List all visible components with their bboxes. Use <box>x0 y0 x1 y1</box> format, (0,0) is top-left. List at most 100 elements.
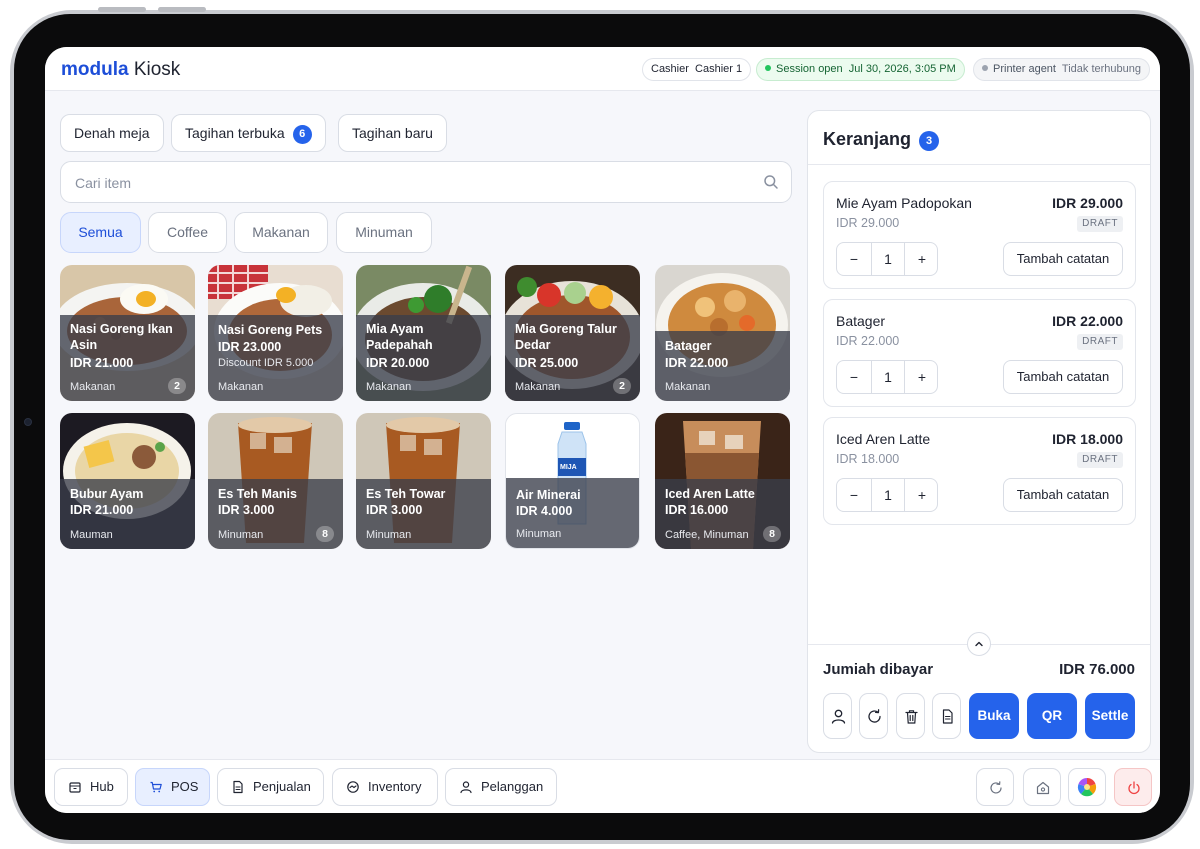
cart-item-name: Batager <box>836 313 886 329</box>
product-card[interactable]: Iced Aren Latte IDR 16.000 Caffee, Minum… <box>655 413 790 549</box>
nav-inventory[interactable]: Inventory <box>332 768 438 806</box>
refresh-icon <box>868 709 881 723</box>
store-icon <box>69 782 81 793</box>
product-price: IDR 3.000 <box>218 503 275 517</box>
decrease-qty-button[interactable]: − <box>837 479 871 511</box>
add-note-button[interactable]: Tambah catatan <box>1003 360 1123 394</box>
product-category: Minuman <box>218 529 264 541</box>
category-drinks[interactable]: Minuman <box>336 212 432 253</box>
category-all[interactable]: Semua <box>60 212 141 253</box>
divider <box>808 164 1150 165</box>
settle-button[interactable]: Settle <box>1085 693 1135 739</box>
nav-sales-label: Penjualan <box>253 779 311 794</box>
logout-button[interactable] <box>1114 768 1152 806</box>
item-search-field[interactable]: Cari item <box>60 161 792 203</box>
session-dot-icon <box>765 65 771 71</box>
quantity-value: 1 <box>871 479 905 511</box>
receipt-icon <box>233 780 243 794</box>
product-count-badge: 2 <box>168 378 186 394</box>
product-name: Bubur Ayam <box>70 487 144 501</box>
product-category: Minuman <box>366 529 412 541</box>
nav-inventory-label: Inventory <box>368 779 422 794</box>
inventory-icon <box>347 781 359 793</box>
outlet-settings-button[interactable] <box>1023 768 1061 806</box>
product-card[interactable]: Batager IDR 22.000 Makanan <box>655 265 790 401</box>
cart-item-unit-price: IDR 29.000 <box>836 216 900 230</box>
add-note-button[interactable]: Tambah catatan <box>1003 478 1123 512</box>
reload-button[interactable] <box>976 768 1014 806</box>
product-card[interactable]: Mia Ayam Padepahah IDR 20.000 Makanan <box>356 265 491 401</box>
cart-panel: Keranjang 3 Mie Ayam Padopokan IDR 29.000… <box>807 110 1151 753</box>
open-bill-button[interactable]: Buka <box>969 693 1019 739</box>
new-bill-button[interactable]: Tagihan baru <box>338 114 447 152</box>
printer-status: Tidak terhubung <box>1061 63 1141 75</box>
home-icon <box>1036 781 1050 795</box>
table-map-button[interactable]: Denah meja <box>60 114 164 152</box>
quantity-value: 1 <box>871 243 905 275</box>
nav-hub-label: Hub <box>90 779 114 794</box>
open-bills-button[interactable]: Tagihan terbuka 6 <box>171 114 326 152</box>
add-note-button[interactable]: Tambah catatan <box>1003 242 1123 276</box>
product-card[interactable]: Mia Goreng Talur Dedar IDR 25.000 Makanan… <box>505 265 640 401</box>
increase-qty-button[interactable]: + <box>905 479 939 511</box>
expand-summary-button[interactable] <box>967 632 991 656</box>
cart-item-unit-price: IDR 18.000 <box>836 452 900 466</box>
qr-payment-button[interactable]: QR <box>1027 693 1077 739</box>
product-card[interactable]: Bubur Ayam IDR 21.000 Mauman <box>60 413 195 549</box>
category-coffee[interactable]: Coffee <box>148 212 227 253</box>
product-category: Makanan <box>70 381 116 393</box>
category-food[interactable]: Makanan <box>234 212 328 253</box>
nav-customers[interactable]: Pelanggan <box>445 768 557 806</box>
decrease-qty-button[interactable]: − <box>837 361 871 393</box>
product-name: Mia Ayam Padepahah <box>366 322 433 352</box>
nav-hub[interactable]: Hub <box>54 768 128 806</box>
top-header: modula Kiosk Cashier Cashier 1 Session o… <box>45 47 1160 91</box>
cart-item-total: IDR 29.000 <box>1052 195 1123 211</box>
product-card[interactable]: Nasi Goreng Ikan Asin IDR 21.000 Makanan … <box>60 265 195 401</box>
cashier-value: Cashier 1 <box>695 63 743 75</box>
brand-secondary: Kiosk <box>133 59 181 80</box>
print-bill-button[interactable] <box>932 693 961 739</box>
cart-count-badge: 3 <box>919 131 940 151</box>
cart-item-total: IDR 18.000 <box>1052 431 1123 447</box>
printer-dot-icon <box>982 65 988 71</box>
nav-sales[interactable]: Penjualan <box>217 768 324 806</box>
product-name: Air Minerai <box>516 488 581 502</box>
refresh-cart-button[interactable] <box>859 693 888 739</box>
draft-badge: DRAFT <box>1077 334 1123 350</box>
session-status-pill: Session open Jul 30, 2026, 3:05 PM <box>756 58 965 81</box>
product-name: Es Teh Manis <box>218 487 297 501</box>
nav-customers-label: Pelanggan <box>481 779 544 794</box>
new-bill-label: Tagihan baru <box>352 125 433 141</box>
product-card[interactable]: MIJA Air Minerai IDR 4.000 Minuman <box>505 413 640 549</box>
product-price: IDR 21.000 <box>70 503 134 517</box>
increase-qty-button[interactable]: + <box>905 361 939 393</box>
product-card[interactable]: Es Teh Manis IDR 3.000 Minuman 8 <box>208 413 343 549</box>
product-count-badge: 2 <box>613 378 631 394</box>
product-price: IDR 23.000 <box>218 340 282 354</box>
bottom-navigation: Hub POS Penjualan Inventory Pelanggan <box>45 759 1160 813</box>
product-card[interactable]: Nasi Goreng Pets IDR 23.000 Discount IDR… <box>208 265 343 401</box>
app-screen: modula Kiosk Cashier Cashier 1 Session o… <box>45 47 1160 813</box>
power-icon <box>1128 781 1140 795</box>
profile-avatar-button[interactable] <box>1068 768 1106 806</box>
cart-item-unit-price: IDR 22.000 <box>836 334 900 348</box>
product-name: Mia Goreng Talur Dedar <box>515 322 617 352</box>
nav-pos[interactable]: POS <box>135 768 210 806</box>
bottle-label: MIJA <box>560 464 577 471</box>
cart-icon <box>150 781 162 793</box>
refresh-icon <box>990 781 1002 794</box>
cashier-label: Cashier <box>651 63 689 75</box>
quantity-stepper: − 1 + <box>836 478 938 512</box>
select-customer-button[interactable] <box>823 693 852 739</box>
decrease-qty-button[interactable]: − <box>837 243 871 275</box>
increase-qty-button[interactable]: + <box>905 243 939 275</box>
search-placeholder: Cari item <box>75 175 132 191</box>
product-category: Makanan <box>665 381 711 393</box>
printer-status-pill: Printer agent Tidak terhubung <box>973 58 1150 81</box>
product-price: IDR 16.000 <box>665 503 729 517</box>
clear-cart-button[interactable] <box>896 693 925 739</box>
product-price: IDR 22.000 <box>665 356 729 370</box>
product-card[interactable]: Es Teh Towar IDR 3.000 Minuman <box>356 413 491 549</box>
cart-item-total: IDR 22.000 <box>1052 313 1123 329</box>
